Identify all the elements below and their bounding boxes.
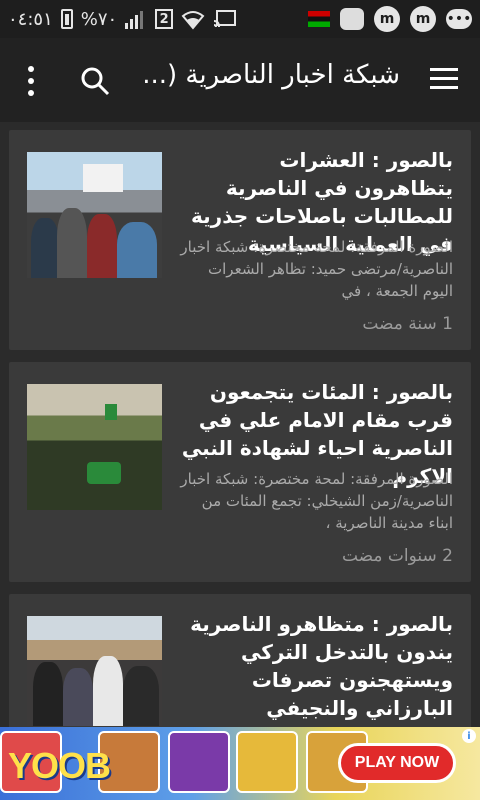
more-vert-icon[interactable] xyxy=(26,66,36,96)
battery-percent: %٧٠ xyxy=(80,8,118,30)
search-icon[interactable] xyxy=(80,66,110,96)
ad-tile xyxy=(236,731,298,793)
flag-icon xyxy=(308,11,330,27)
hamburger-icon[interactable] xyxy=(430,68,458,90)
article-title[interactable]: بالصور : متظاهرو الناصرية يندون بالتدخل … xyxy=(179,610,453,722)
ad-info-icon[interactable]: i xyxy=(462,729,476,743)
status-right: m m ••• xyxy=(308,6,472,32)
article-card[interactable]: بالصور : متظاهرو الناصرية يندون بالتدخل … xyxy=(9,594,471,727)
badge-icon xyxy=(340,8,364,30)
app-title: شبكة اخبار الناصرية (... xyxy=(142,60,400,90)
article-time: 2 سنوات مضت xyxy=(341,546,453,566)
cast-icon xyxy=(214,10,237,28)
clock: ٠٤:٥١ xyxy=(8,8,53,30)
sim-icon: 2 xyxy=(155,9,174,29)
status-bar: ٠٤:٥١ %٧٠ 2 m m ••• xyxy=(0,0,480,38)
status-left: ٠٤:٥١ %٧٠ 2 xyxy=(8,8,237,30)
article-thumbnail xyxy=(27,616,162,726)
m-app-icon-2: m xyxy=(410,6,436,32)
signal-icon xyxy=(125,11,144,29)
ad-brand-logo: YOOB xyxy=(8,745,111,786)
ad-play-button[interactable]: PLAY NOW xyxy=(338,743,456,783)
article-card[interactable]: بالصور : العشرات يتظاهرون في الناصرية لل… xyxy=(9,130,471,350)
article-time: 1 سنة مضت xyxy=(362,314,453,334)
wifi-icon xyxy=(181,11,205,30)
article-excerpt: الصورة المرفقة: لمحة مختصرة: شبكة اخبار … xyxy=(180,470,453,532)
m-app-icon: m xyxy=(374,6,400,32)
more-dots-icon: ••• xyxy=(446,9,472,29)
article-excerpt: الصورة المرفقة: لمحة مختصرة: شبكة اخبار … xyxy=(180,238,453,300)
ad-tile xyxy=(168,731,230,793)
article-thumbnail xyxy=(27,152,162,278)
article-card[interactable]: بالصور : المئات يتجمعون قرب مقام الامام … xyxy=(9,362,471,582)
battery-icon xyxy=(60,9,73,29)
article-thumbnail xyxy=(27,384,162,510)
app-bar: شبكة اخبار الناصرية (... xyxy=(0,38,480,122)
ad-banner[interactable]: YOOB PLAY NOW i xyxy=(0,727,480,800)
news-feed[interactable]: بالصور : العشرات يتظاهرون في الناصرية لل… xyxy=(0,122,480,727)
